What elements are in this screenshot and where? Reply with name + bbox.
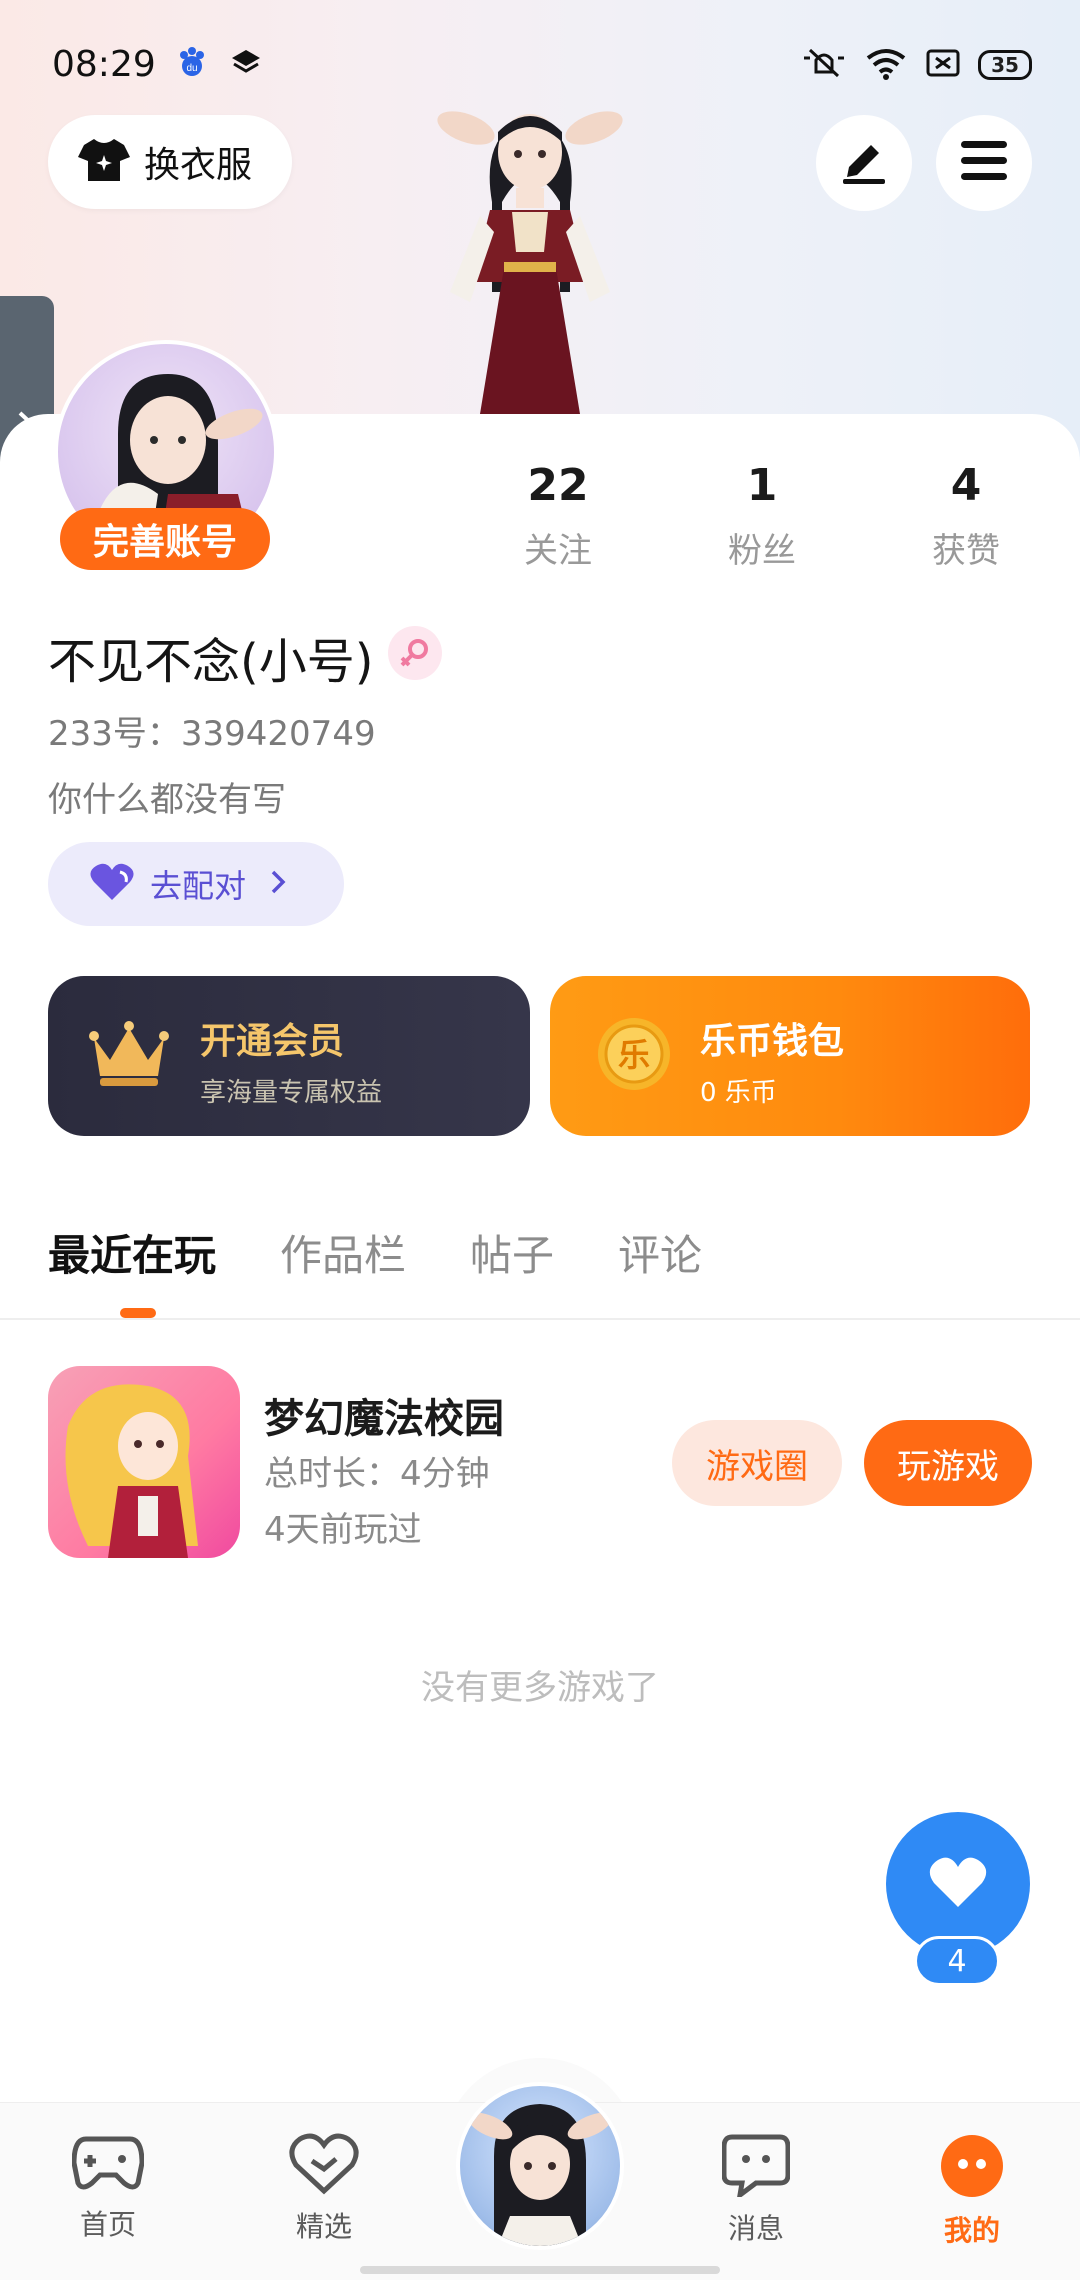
wifi-icon [864, 46, 908, 84]
profile-icon [939, 2135, 1005, 2203]
wallet-title: 乐币钱包 [700, 1021, 845, 1062]
game-circle-button[interactable]: 游戏圈 [672, 1420, 842, 1506]
sim-icon [926, 48, 960, 82]
heart-icon [88, 862, 136, 906]
vip-subtitle: 享海量专属权益 [200, 1078, 383, 1108]
crown-icon [88, 1016, 170, 1096]
user-bio: 你什么都没有写 [48, 780, 286, 820]
active-tab-indicator [120, 1308, 156, 1318]
nav-home-label: 首页 [79, 2208, 136, 2241]
chat-icon [721, 2134, 791, 2201]
tab-recently-played[interactable]: 最近在玩 [48, 1222, 216, 1283]
nav-messages[interactable]: 消息 [686, 2133, 826, 2247]
followers-stat[interactable]: 1 粉丝 [692, 460, 832, 572]
gamepad-icon [71, 2136, 145, 2197]
followers-label: 粉丝 [728, 531, 796, 571]
baidu-icon: du [176, 46, 208, 84]
list-item[interactable]: 梦幻魔法校园 总时长：4分钟 4天前玩过 游戏圈 玩游戏 [48, 1366, 1032, 1562]
pencil-icon [839, 137, 889, 189]
wallet-balance: 0 乐币 [700, 1078, 777, 1108]
layers-icon [230, 46, 262, 84]
home-indicator [360, 2266, 720, 2274]
likes-label: 获赞 [932, 531, 1000, 571]
nav-featured[interactable]: 精选 [254, 2133, 394, 2245]
profile-tabs: 最近在玩 作品栏 帖子 评论 [48, 1222, 766, 1283]
likes-stat[interactable]: 4 获赞 [896, 460, 1036, 572]
tab-posts[interactable]: 帖子 [470, 1222, 554, 1283]
tabs-divider [0, 1318, 1080, 1320]
vip-membership-card[interactable]: 开通会员 享海量专属权益 [48, 976, 530, 1136]
tab-comments[interactable]: 评论 [618, 1222, 702, 1283]
female-gender-icon [388, 626, 442, 680]
tab-works[interactable]: 作品栏 [280, 1222, 406, 1283]
chevron-right-icon [270, 869, 286, 899]
nav-featured-label: 精选 [295, 2210, 352, 2243]
tshirt-icon [78, 137, 130, 187]
username: 不见不念(小号) [48, 634, 374, 690]
wallet-card[interactable]: 乐 乐币钱包 0 乐币 [550, 976, 1030, 1136]
nav-messages-label: 消息 [727, 2212, 784, 2245]
match-label: 去配对 [150, 867, 247, 905]
complete-account-button[interactable]: 完善账号 [60, 508, 270, 570]
nav-profile[interactable]: 我的 [902, 2133, 1042, 2249]
like-fab-button[interactable] [886, 1812, 1030, 1956]
heart-check-icon [288, 2133, 360, 2199]
battery-icon: 35 [978, 50, 1032, 80]
nav-home[interactable]: 首页 [38, 2133, 178, 2243]
heart-icon [928, 1855, 988, 1913]
game-last-played: 4天前玩过 [264, 1510, 422, 1550]
following-stat[interactable]: 22 关注 [488, 460, 628, 572]
edit-profile-button[interactable] [816, 115, 912, 211]
nav-profile-label: 我的 [943, 2214, 1000, 2247]
change-clothes-label: 换衣服 [144, 145, 253, 186]
following-label: 关注 [524, 531, 592, 571]
vip-title: 开通会员 [200, 1021, 345, 1062]
status-time: 08:29 [52, 44, 156, 85]
game-name: 梦幻魔法校园 [264, 1396, 504, 1442]
play-game-button[interactable]: 玩游戏 [864, 1420, 1032, 1506]
menu-button[interactable] [936, 115, 1032, 211]
user-id: 233号：339420749 [48, 714, 376, 754]
no-more-games-text: 没有更多游戏了 [421, 1668, 659, 1708]
likes-count: 4 [950, 460, 982, 511]
match-button[interactable]: 去配对 [48, 842, 344, 926]
following-count: 22 [527, 460, 589, 511]
game-icon[interactable] [48, 1366, 240, 1558]
followers-count: 1 [746, 460, 778, 511]
like-count-badge: 4 [914, 1936, 1000, 1986]
status-icons-left: du [176, 46, 262, 84]
coin-icon: 乐 [596, 1016, 672, 1096]
game-duration: 总时长：4分钟 [264, 1454, 490, 1494]
change-clothes-button[interactable]: 换衣服 [48, 115, 292, 209]
avatar-character-illustration [420, 92, 640, 414]
status-icons-right: 35 [802, 46, 1032, 84]
menu-icon [959, 139, 1009, 187]
center-avatar-button[interactable] [456, 2082, 624, 2250]
mute-icon [802, 46, 846, 84]
svg-text:du: du [186, 63, 197, 74]
coin-glyph: 乐 [618, 1036, 650, 1074]
